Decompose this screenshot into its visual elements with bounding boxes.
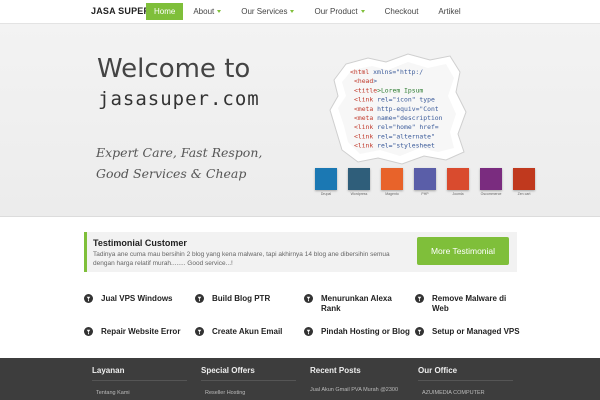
chevron-down-icon xyxy=(360,10,365,13)
torn-paper-code-illustration: <html xmlns="http:/<head><title>Lorem Ip… xyxy=(329,53,467,165)
slogan-line: Expert Care, Fast Respon, xyxy=(96,145,263,160)
service-label: Setup or Managed VPS xyxy=(432,327,520,336)
menu-item-about[interactable]: About xyxy=(183,3,231,20)
tech-icon-label: Drupal xyxy=(320,192,332,196)
menu-item-artikel[interactable]: Artikel xyxy=(428,3,470,20)
zen-cart-icon: Zen cart xyxy=(513,168,535,196)
footer-heading: Recent Posts xyxy=(310,366,361,375)
service-link[interactable]: Build Blog PTR xyxy=(195,294,270,304)
footer-link[interactable]: Reseller Hosting xyxy=(201,381,296,396)
service-link[interactable]: Pindah Hosting or Blog xyxy=(304,327,410,337)
code-line: <html xmlns="http:/ xyxy=(350,68,423,76)
menu-label: Artikel xyxy=(438,7,461,16)
footer-heading: Special Offers xyxy=(201,358,296,381)
service-label: Build Blog PTR xyxy=(212,294,271,303)
footer-column-special-offers: Special Offers Reseller Hosting xyxy=(201,358,296,396)
service-link[interactable]: Setup or Managed VPS xyxy=(415,327,520,337)
footer-column-recent-posts: Recent Posts Jual Akun Gmail PVA Murah @… xyxy=(310,358,405,393)
hero-banner: Welcome to jasasuper.com Expert Care, Fa… xyxy=(0,24,600,217)
chevron-down-icon xyxy=(217,10,222,13)
service-label: Pindah Hosting or Blog xyxy=(321,327,410,336)
hero-site-name: jasasuper.com xyxy=(98,88,260,110)
service-bullet-icon xyxy=(195,294,204,303)
service-label: Menurunkan Alexa Rank xyxy=(321,294,392,313)
chevron-down-icon xyxy=(290,10,295,13)
menu-label: Home xyxy=(154,7,176,16)
more-testimonial-button[interactable]: More Testimonial xyxy=(417,237,509,265)
code-line: <link rel="icon" type xyxy=(354,96,435,104)
main-menu: Home About Our Services Our Product Chec… xyxy=(146,3,471,20)
service-bullet-icon xyxy=(84,294,93,303)
menu-label: About xyxy=(193,7,215,16)
footer-heading: Layanan xyxy=(92,358,187,381)
tech-icon-label: Magento xyxy=(385,192,399,196)
footer-heading: Our Office xyxy=(418,358,513,381)
footer-text: AZUIMEDIA COMPUTER xyxy=(422,390,485,396)
code-line: <link rel="home" href= xyxy=(354,123,439,131)
top-navbar: JASA SUPER Home About Our Services Our P… xyxy=(0,0,600,24)
menu-item-checkout[interactable]: Checkout xyxy=(375,3,429,20)
tech-icon-label: Wordpress xyxy=(350,192,368,196)
code-line: <title>Lorem Ipsum xyxy=(354,86,423,94)
code-line: <meta http-equiv="Cont xyxy=(354,105,439,113)
service-link[interactable]: Jual VPS Windows xyxy=(84,294,173,304)
site-footer: Layanan Tentang Kami Special Offers Rese… xyxy=(0,358,600,400)
footer-column-our-office: Our Office AZUIMEDIA COMPUTER xyxy=(418,358,513,396)
service-label: Jual VPS Windows xyxy=(101,294,173,303)
drupal-icon: Drupal xyxy=(315,168,337,196)
code-line: <link rel="alternate" xyxy=(354,132,435,140)
osCommerce-icon: Oscommerce xyxy=(480,168,502,196)
service-bullet-icon xyxy=(415,294,424,303)
menu-item-our-services[interactable]: Our Services xyxy=(231,3,304,20)
php-icon: PHP xyxy=(414,168,436,196)
service-label: Create Akun Email xyxy=(212,327,283,336)
footer-link[interactable]: Jual Akun Gmail PVA Murah @2300 xyxy=(310,381,405,393)
testimonial-text: Tadinya ane cuma mau bersihin 2 blog yan… xyxy=(93,251,390,267)
slogan-line: Good Services & Cheap xyxy=(96,166,247,181)
hero-slogan: Expert Care, Fast Respon, Good Services … xyxy=(96,142,296,184)
wordpress-icon: Wordpress xyxy=(348,168,370,196)
service-link[interactable]: Repair Website Error xyxy=(84,327,180,337)
tech-icons-row: Drupal Wordpress Magento PHP Joomla Oscommerc… xyxy=(315,168,546,196)
code-line: <head> xyxy=(354,77,377,85)
tech-icon-label: PHP xyxy=(421,192,429,196)
hero-title: Welcome to xyxy=(97,54,251,84)
menu-label: Our Product xyxy=(314,7,358,16)
testimonial-title: Testimonial Customer xyxy=(93,238,187,248)
code-line: <meta name="description xyxy=(354,114,443,122)
service-bullet-icon xyxy=(304,294,313,303)
joomla-icon: Joomla xyxy=(447,168,469,196)
service-link[interactable]: Remove Malware di Web xyxy=(415,294,515,314)
service-bullet-icon xyxy=(304,327,313,336)
service-link[interactable]: Create Akun Email xyxy=(195,327,282,337)
footer-column-layanan: Layanan Tentang Kami xyxy=(92,358,187,396)
menu-label: Our Services xyxy=(241,7,288,16)
service-bullet-icon xyxy=(195,327,204,336)
code-line: <link rel="stylesheet xyxy=(354,142,435,150)
menu-item-our-product[interactable]: Our Product xyxy=(304,3,374,20)
tech-icon-label: Zen cart xyxy=(517,192,531,196)
tech-icon-label: Joomla xyxy=(452,192,464,196)
service-label: Repair Website Error xyxy=(101,327,181,336)
tech-icon-label: Oscommerce xyxy=(480,192,502,196)
service-label: Remove Malware di Web xyxy=(432,294,507,313)
menu-item-home[interactable]: Home xyxy=(146,3,184,20)
menu-label: Checkout xyxy=(384,7,419,16)
service-bullet-icon xyxy=(415,327,424,336)
magento-icon: Magento xyxy=(381,168,403,196)
footer-link[interactable]: Tentang Kami xyxy=(92,381,187,396)
service-bullet-icon xyxy=(84,327,93,336)
site-logo[interactable]: JASA SUPER xyxy=(91,6,150,16)
service-link[interactable]: Menurunkan Alexa Rank xyxy=(304,294,404,314)
